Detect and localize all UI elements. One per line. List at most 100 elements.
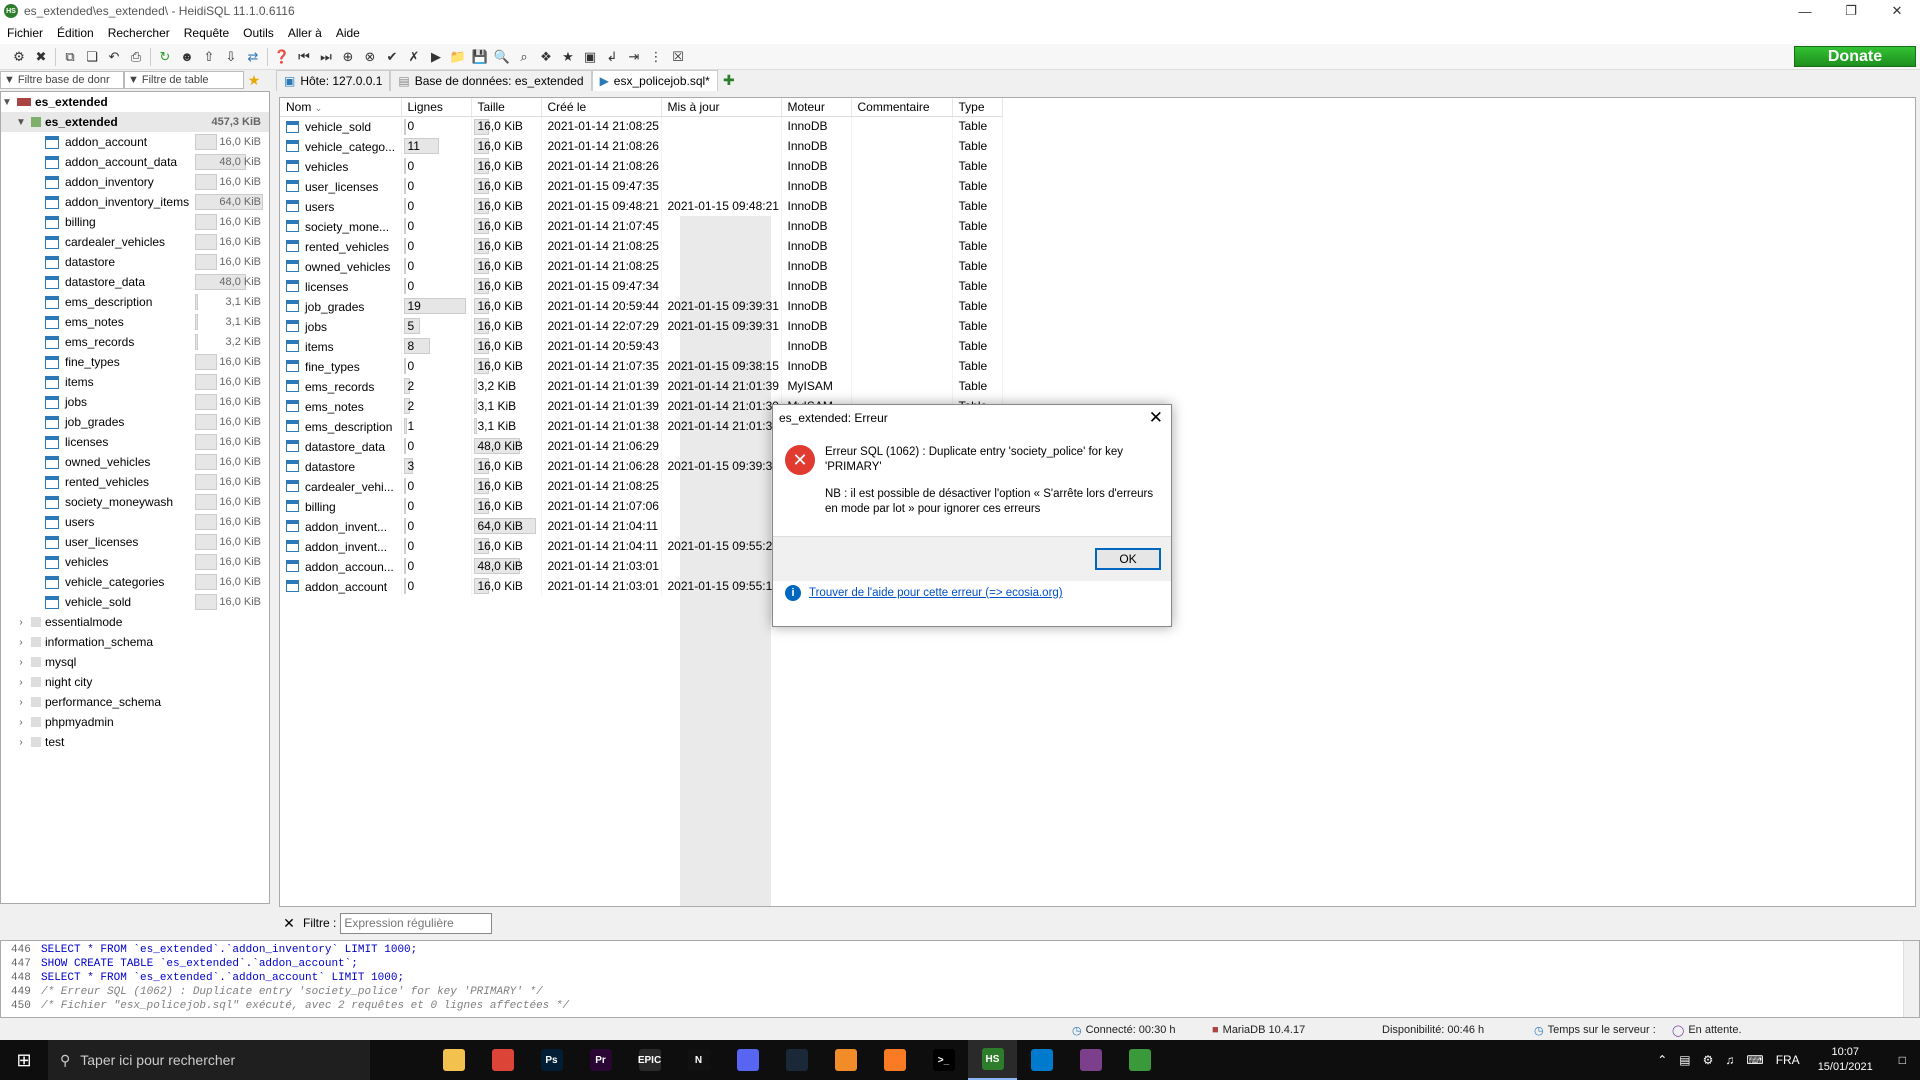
menu-outils[interactable]: Outils	[236, 26, 281, 40]
highlight-icon[interactable]: ★	[557, 47, 579, 67]
cell-created[interactable]: 2021-01-14 21:07:45	[541, 216, 662, 236]
taskbar-app-heidisql[interactable]: HS	[968, 1040, 1017, 1080]
cell-comment[interactable]	[851, 276, 953, 296]
taskbar-app-netflix[interactable]: N	[674, 1040, 723, 1080]
cell-created[interactable]: 2021-01-14 20:59:44	[541, 296, 662, 316]
cell-rows[interactable]: 0	[401, 256, 472, 276]
taskbar-app-chrome[interactable]	[478, 1040, 527, 1080]
sql-log-scrollbar[interactable]	[1903, 941, 1919, 1017]
taskbar-app-artstation[interactable]	[821, 1040, 870, 1080]
table-row[interactable]: rented_vehicles 0 16,0 KiB 2021-01-14 21:08…	[280, 236, 1003, 256]
cell-name[interactable]: fine_types	[280, 356, 402, 376]
tree-db-item[interactable]: › performance_schema	[1, 692, 269, 712]
users-icon[interactable]: ☻	[176, 47, 198, 67]
tree-table-item[interactable]: cardealer_vehicles 16,0 KiB	[1, 232, 269, 252]
cell-engine[interactable]: InnoDB	[781, 216, 852, 236]
tray-volume-icon[interactable]: ♫	[1719, 1053, 1740, 1067]
tray-wifi-icon[interactable]: ⚙	[1697, 1053, 1720, 1067]
taskbar-app-xampp[interactable]	[870, 1040, 919, 1080]
expand-icon[interactable]: ›	[15, 737, 27, 748]
menu-fichier[interactable]: Fichier	[0, 26, 50, 40]
tree-db-item[interactable]: › phpmyadmin	[1, 712, 269, 732]
cell-updated[interactable]	[661, 156, 782, 176]
cell-comment[interactable]	[851, 216, 953, 236]
cell-size[interactable]: 3,2 KiB	[471, 376, 542, 396]
tree-table-item[interactable]: society_moneywash 16,0 KiB	[1, 492, 269, 512]
expand-icon[interactable]: ›	[15, 637, 27, 648]
cell-rows[interactable]: 0	[401, 216, 472, 236]
tree-table-item[interactable]: jobs 16,0 KiB	[1, 392, 269, 412]
database-filter-input[interactable]: ▼ Filtre base de donr	[0, 71, 124, 89]
start-button[interactable]: ⊞	[0, 1040, 48, 1080]
sql-log[interactable]: 446 SELECT * FROM `es_extended`.`addon_in…	[0, 940, 1920, 1018]
taskbar-app-vscode[interactable]	[1017, 1040, 1066, 1080]
cell-updated[interactable]	[661, 436, 782, 456]
cell-updated[interactable]	[661, 276, 782, 296]
col-header-nom[interactable]: Nom ⌄	[280, 98, 402, 117]
cell-size[interactable]: 48,0 KiB	[471, 556, 542, 576]
table-row[interactable]: items 8 16,0 KiB 2021-01-14 20:59:43 InnoDB T…	[280, 336, 1003, 356]
table-filter-input[interactable]: ▼ Filtre de table	[124, 71, 244, 89]
taskbar-search[interactable]: ⚲ Taper ici pour rechercher	[48, 1040, 370, 1080]
tree-table-item[interactable]: ems_notes 3,1 KiB	[1, 312, 269, 332]
cell-engine[interactable]: InnoDB	[781, 156, 852, 176]
delete-row-icon[interactable]: ⊗	[359, 47, 381, 67]
cell-comment[interactable]	[851, 116, 953, 136]
cell-updated[interactable]: 2021-01-15 09:48:21	[661, 196, 782, 216]
cell-size[interactable]: 16,0 KiB	[471, 156, 542, 176]
tree-table-item[interactable]: rented_vehicles 16,0 KiB	[1, 472, 269, 492]
cell-comment[interactable]	[851, 196, 953, 216]
cell-size[interactable]: 16,0 KiB	[471, 496, 542, 516]
cell-name[interactable]: ems_description	[280, 416, 402, 436]
cell-name[interactable]: jobs	[280, 316, 402, 336]
cell-name[interactable]: job_grades	[280, 296, 402, 316]
cell-rows[interactable]: 0	[401, 156, 472, 176]
cell-size[interactable]: 16,0 KiB	[471, 576, 542, 596]
taskbar-app-terminal[interactable]: >_	[919, 1040, 968, 1080]
cell-comment[interactable]	[851, 236, 953, 256]
cell-created[interactable]: 2021-01-14 21:08:26	[541, 136, 662, 156]
expand-icon[interactable]: ›	[15, 717, 27, 728]
cell-type[interactable]: Table	[952, 196, 1003, 216]
cell-rows[interactable]: 0	[401, 356, 472, 376]
taskbar-app-photoshop[interactable]: Ps	[527, 1040, 576, 1080]
cell-updated[interactable]	[661, 176, 782, 196]
cell-updated[interactable]	[661, 476, 782, 496]
cell-created[interactable]: 2021-01-14 22:07:29	[541, 316, 662, 336]
cell-name[interactable]: society_mone...	[280, 216, 402, 236]
binary-icon[interactable]: ▣	[579, 47, 601, 67]
open-file-icon[interactable]: 📁	[447, 47, 469, 67]
cell-rows[interactable]: 0	[401, 476, 472, 496]
cell-updated[interactable]: 2021-01-15 09:39:31	[661, 296, 782, 316]
cell-size[interactable]: 64,0 KiB	[471, 516, 542, 536]
cell-type[interactable]: Table	[952, 176, 1003, 196]
cell-size[interactable]: 16,0 KiB	[471, 476, 542, 496]
find-replace-icon[interactable]: ⌕	[513, 47, 535, 67]
tree-table-item[interactable]: fine_types 16,0 KiB	[1, 352, 269, 372]
cell-engine[interactable]: InnoDB	[781, 336, 852, 356]
tree-table-item[interactable]: users 16,0 KiB	[1, 512, 269, 532]
cell-size[interactable]: 16,0 KiB	[471, 356, 542, 376]
cell-updated[interactable]	[661, 216, 782, 236]
cell-size[interactable]: 16,0 KiB	[471, 296, 542, 316]
cell-engine[interactable]: InnoDB	[781, 196, 852, 216]
cell-created[interactable]: 2021-01-14 21:07:06	[541, 496, 662, 516]
cell-type[interactable]: Table	[952, 296, 1003, 316]
cell-updated[interactable]: 2021-01-15 09:39:31	[661, 456, 782, 476]
run-icon[interactable]: ▶	[425, 47, 447, 67]
cell-updated[interactable]	[661, 556, 782, 576]
menu-requete[interactable]: Requête	[177, 26, 236, 40]
taskbar-app-discord[interactable]	[723, 1040, 772, 1080]
cell-type[interactable]: Table	[952, 256, 1003, 276]
cell-type[interactable]: Table	[952, 216, 1003, 236]
cell-name[interactable]: addon_invent...	[280, 516, 402, 536]
menu-edition[interactable]: Édition	[50, 26, 101, 40]
cell-size[interactable]: 16,0 KiB	[471, 196, 542, 216]
cell-name[interactable]: cardealer_vehi...	[280, 476, 402, 496]
cell-rows[interactable]: 2	[401, 396, 472, 416]
cell-name[interactable]: users	[280, 196, 402, 216]
cell-rows[interactable]: 0	[401, 176, 472, 196]
ok-button[interactable]: OK	[1095, 548, 1161, 570]
cell-name[interactable]: vehicle_sold	[280, 116, 402, 136]
tree-table-item[interactable]: addon_account_data 48,0 KiB	[1, 152, 269, 172]
